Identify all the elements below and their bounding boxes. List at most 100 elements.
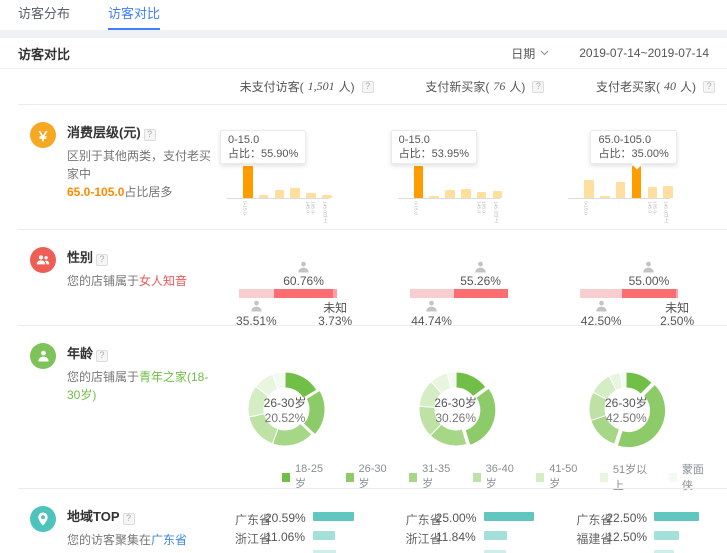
region-bar[interactable]	[484, 512, 534, 521]
gender-desc: 您的店铺属于女人知音	[67, 272, 187, 290]
row-gender: 性别? 您的店铺属于女人知音 60.76%35.51%未知3.73% 55.26…	[0, 229, 727, 325]
gender-segment-unknown[interactable]	[676, 289, 678, 298]
consumption-bar[interactable]	[632, 166, 642, 198]
donut-center-label: 26-30岁	[416, 394, 496, 411]
row-age: 年龄? 您的店铺属于青年之家(18-30岁) 26-30岁20.52% 26-3…	[0, 325, 727, 488]
female-person-icon	[473, 260, 488, 275]
legend-item-26-30岁[interactable]: 26-30岁	[346, 463, 394, 491]
consumption-bar[interactable]	[584, 180, 594, 198]
gender-chart-returning-buyers: 55.00%42.50%未知2.50%	[556, 229, 727, 325]
male-person-icon	[249, 299, 264, 314]
bar-chart-axis	[227, 198, 329, 199]
column-header-text: 人)	[680, 78, 696, 95]
consumption-bar[interactable]	[600, 196, 610, 198]
region-percentage: 20.59%	[265, 511, 305, 525]
desc-highlight: 65.0-105.0	[67, 185, 124, 199]
legend-swatch	[346, 473, 354, 482]
legend-swatch	[282, 473, 290, 482]
visitor-compare-page: 访客分布 访客对比 访客对比 日期 2019-07-14~2019-07-14 …	[0, 0, 727, 553]
column-header-text: 未支付访客(	[240, 78, 304, 95]
tab-bar: 访客分布 访客对比	[0, 0, 727, 30]
legend-item-36-40岁[interactable]: 36-40岁	[473, 463, 521, 491]
help-icon[interactable]: ?	[144, 129, 156, 141]
help-icon[interactable]: ?	[532, 81, 544, 93]
legend-swatch	[473, 473, 481, 482]
region-bar[interactable]	[313, 512, 354, 521]
legend-item-18-25岁[interactable]: 18-25岁	[282, 463, 330, 491]
consumption-bar[interactable]	[648, 187, 658, 198]
date-dropdown-label: 日期	[511, 45, 535, 62]
axis-tick-label: 105.0-145.0	[647, 201, 657, 223]
gender-segment-male[interactable]	[580, 289, 622, 298]
row-region-top: 地域TOP? 您的访客聚集在广东省 广东省20.59%浙江省11.06% 广东省…	[0, 488, 727, 553]
axis-tick-label: 145.0以上	[662, 201, 669, 223]
donut-center-label: 26-30岁	[586, 394, 666, 411]
consumption-bar[interactable]	[414, 166, 424, 198]
region-bar[interactable]	[313, 531, 335, 540]
chart-tooltip: 0-15.0占比：53.95%	[391, 130, 477, 164]
axis-tick-label: 0-15.0	[413, 201, 418, 215]
consumption-chart-unpaid: 0-15.0105.0-145.0145.0以上0-15.0占比：55.90%	[215, 104, 386, 229]
region-percentage: 11.84%	[436, 530, 476, 544]
consumption-bar[interactable]	[259, 195, 269, 198]
help-icon[interactable]: ?	[362, 81, 374, 93]
tooltip-range: 65.0-105.0	[598, 133, 668, 147]
male-person-icon	[424, 299, 439, 314]
region-bar[interactable]	[484, 531, 508, 540]
consumption-bar[interactable]	[477, 192, 487, 198]
axis-tick-label: 145.0以上	[321, 201, 328, 223]
age-slice-18-25岁[interactable]	[456, 372, 486, 397]
help-icon[interactable]: ?	[96, 254, 108, 266]
help-icon[interactable]: ?	[123, 513, 135, 525]
consumption-chart-returning-buyers: 0-15.0 105.0-145.0 145.0以上 65.0-105.0占比：35.…	[556, 104, 727, 229]
consumption-bar[interactable]	[616, 182, 626, 198]
column-header-text: 人)	[339, 78, 355, 95]
consumption-bar[interactable]	[290, 188, 300, 198]
region-chart-new-buyers: 广东省25.00%浙江省11.84%	[386, 488, 557, 553]
visitor-compare-panel: 访客对比 日期 2019-07-14~2019-07-14 未支付访客(1,50…	[0, 38, 727, 553]
date-dropdown[interactable]: 日期	[511, 45, 549, 62]
tooltip-range: 0-15.0	[399, 133, 469, 147]
consumption-bar[interactable]	[306, 193, 316, 198]
location-pin-icon	[30, 506, 56, 532]
bar-chart-axis	[398, 198, 500, 199]
legend-swatch	[600, 473, 608, 482]
gender-segment-female[interactable]	[274, 289, 334, 298]
gender-segment-unknown[interactable]	[333, 289, 337, 298]
gender-segment-female[interactable]	[454, 289, 508, 298]
region-chart-unpaid: 广东省20.59%浙江省11.06%	[215, 488, 386, 553]
gender-segment-male[interactable]	[410, 289, 454, 298]
gender-segment-female[interactable]	[622, 289, 676, 298]
column-header-returning-buyers: 支付老买家( 40 人) ?	[556, 69, 727, 104]
column-header-count: 40	[664, 79, 676, 94]
column-header-text: 支付老买家(	[596, 78, 660, 95]
consumption-bar[interactable]	[275, 190, 285, 198]
help-icon[interactable]: ?	[96, 350, 108, 362]
axis-tick-label: 0-15.0	[583, 201, 588, 215]
gender-segment-male[interactable]	[239, 289, 274, 298]
consumption-bar[interactable]	[445, 190, 455, 198]
desc-text: 您的访客聚集在	[67, 533, 151, 547]
consumption-bar[interactable]	[493, 191, 503, 198]
consumption-bar[interactable]	[243, 166, 253, 198]
column-header-row: 未支付访客(1,501人) ? 支付新买家(76人) ? 支付老买家(40人) …	[0, 69, 727, 104]
column-header-text: 人)	[509, 78, 525, 95]
region-bar[interactable]	[654, 512, 699, 521]
consumption-bar[interactable]	[429, 196, 439, 198]
consumption-chart-new-buyers: 0-15.0105.0-145.0145.0以上0-15.0占比：53.95%	[386, 104, 557, 229]
region-bar[interactable]	[654, 531, 679, 540]
chart-tooltip: 65.0-105.0占比：35.00%	[590, 130, 676, 164]
legend-item-41-50岁[interactable]: 41-50岁	[536, 463, 584, 491]
label-column-spacer	[0, 69, 215, 104]
tab-visitor-compare[interactable]: 访客对比	[108, 0, 160, 30]
axis-tick-label: 105.0-145.0	[305, 201, 315, 223]
consumption-bar[interactable]	[461, 189, 471, 198]
consumption-bar[interactable]	[663, 186, 673, 198]
tab-visitor-distribution[interactable]: 访客分布	[18, 0, 70, 30]
tooltip-percentage: 占比：35.00%	[598, 147, 668, 161]
consumption-bar[interactable]	[322, 195, 332, 198]
yen-icon: ￥	[30, 122, 56, 148]
help-icon[interactable]: ?	[703, 81, 715, 93]
tooltip-percentage: 占比：55.90%	[228, 147, 298, 161]
legend-item-31-35岁[interactable]: 31-35岁	[409, 463, 457, 491]
